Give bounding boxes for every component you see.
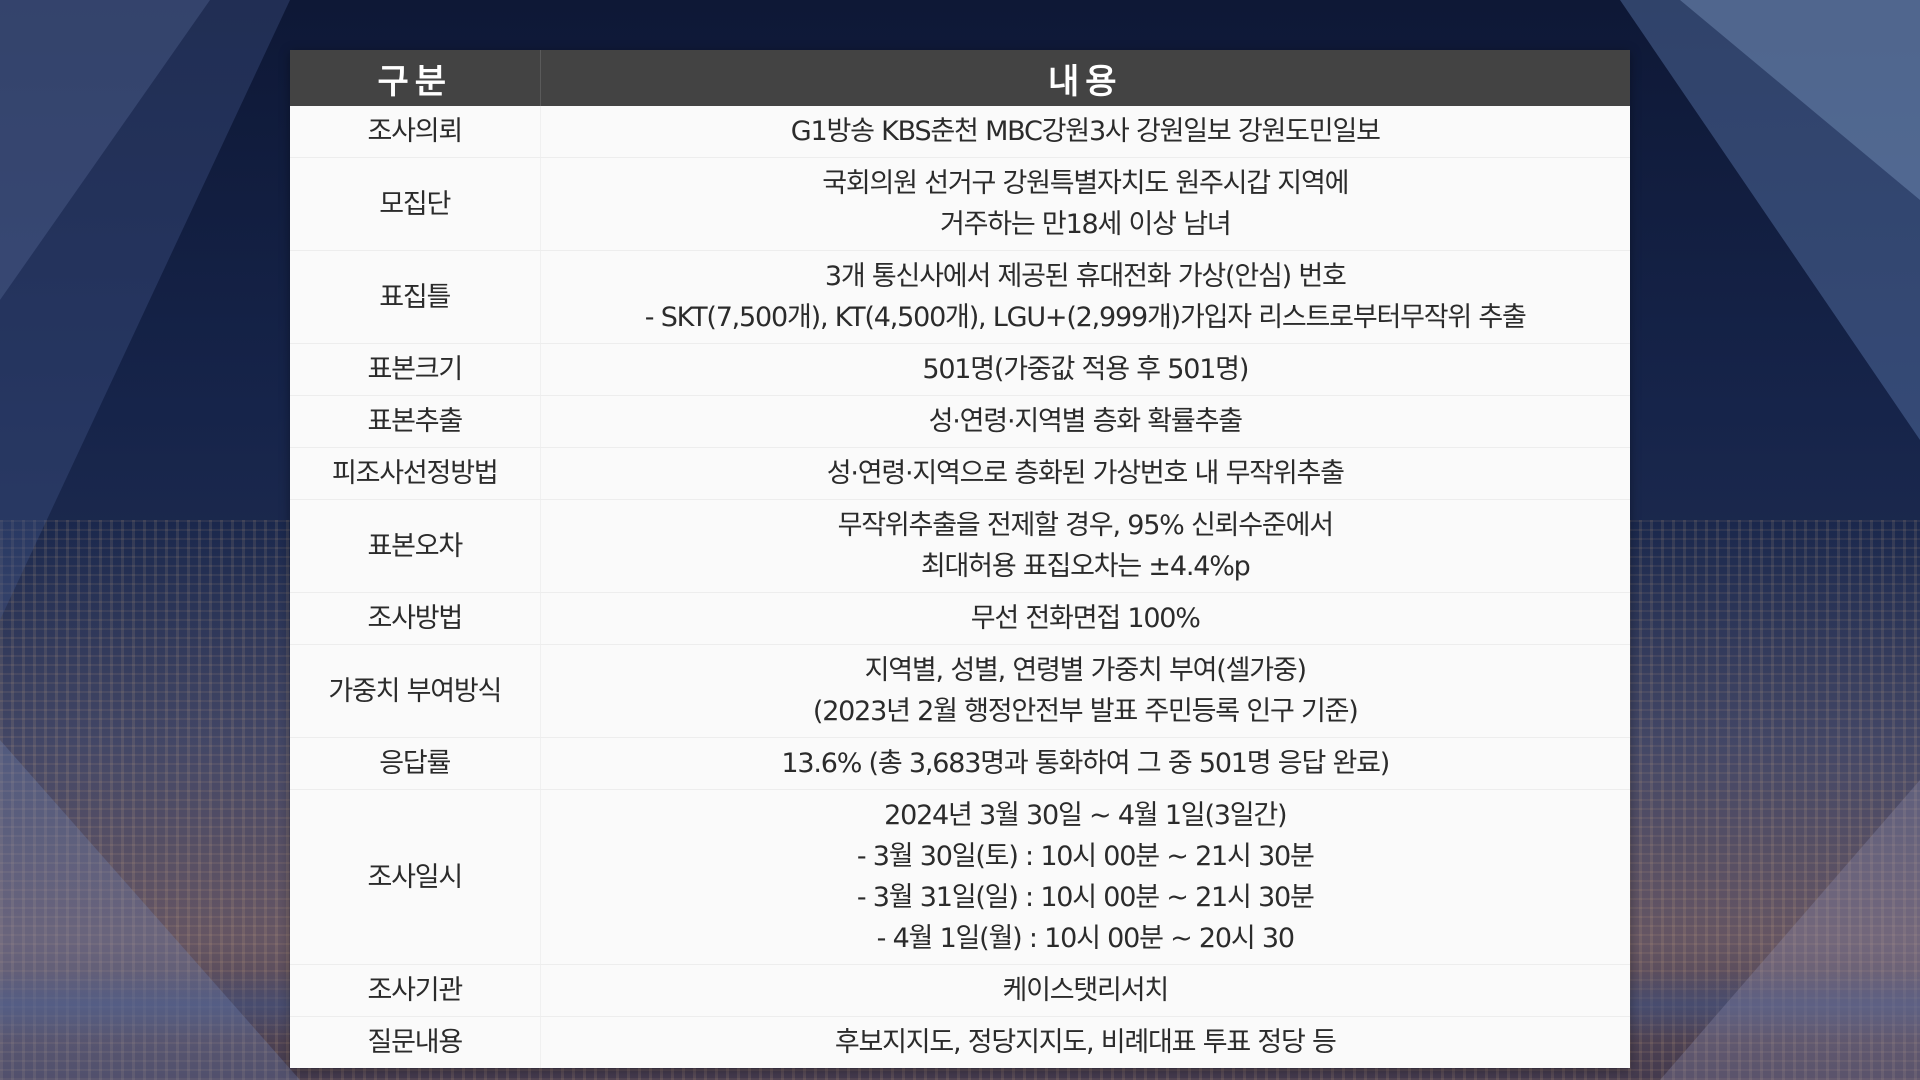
row-label: 조사일시	[290, 789, 541, 965]
row-label: 질문내용	[290, 1016, 541, 1068]
row-label: 조사방법	[290, 592, 541, 645]
header-content: 내용	[540, 50, 1630, 106]
decor-triangle-right-bottom	[1660, 780, 1920, 1080]
row-content: 13.6% (총 3,683명과 통화하여 그 중 501명 응답 완료)	[540, 737, 1630, 790]
row-content: 무선 전화면접 100%	[540, 592, 1630, 645]
table-header: 구분 내용	[290, 50, 1630, 106]
row-content-line: 성·연령·지역으로 층화된 가상번호 내 무작위추출	[826, 458, 1345, 489]
row-content: 지역별, 성별, 연령별 가중치 부여(셀가중) (2023년 2월 행정안전부 …	[540, 644, 1630, 738]
row-content-line: 거주하는 만18세 이상 남녀	[939, 209, 1232, 240]
row-content: 후보지지도, 정당지지도, 비례대표 투표 정당 등	[540, 1017, 1630, 1069]
survey-overview-table-container: 구분 내용 조사의뢰 G1방송 KBS춘천 MBC강원3사 강원일보 강원도민일보…	[290, 50, 1630, 1068]
table-row: 표본추출 성·연령·지역별 층화 확률추출	[290, 395, 1630, 448]
decor-triangle-left-top-inner	[0, 0, 210, 300]
row-content-line: 13.6% (총 3,683명과 통화하여 그 중 501명 응답 완료)	[781, 748, 1390, 779]
decor-triangle-left-bottom	[0, 740, 300, 1080]
row-label: 표본오차	[290, 499, 541, 593]
table-row: 응답률 13.6% (총 3,683명과 통화하여 그 중 501명 응답 완료)	[290, 737, 1630, 790]
row-label: 조사기관	[290, 964, 541, 1017]
row-label: 가중치 부여방식	[290, 644, 541, 738]
table-row: 조사의뢰 G1방송 KBS춘천 MBC강원3사 강원일보 강원도민일보	[290, 106, 1630, 158]
table-row: 질문내용 후보지지도, 정당지지도, 비례대표 투표 정당 등	[290, 1016, 1630, 1069]
row-label: 피조사선정방법	[290, 447, 541, 500]
row-content: 2024년 3월 30일 ~ 4월 1일(3일간) - 3월 30일(토) : 1…	[540, 789, 1630, 965]
row-content-line: 성·연령·지역별 층화 확률추출	[928, 406, 1243, 437]
row-content-line: 3개 통신사에서 제공된 휴대전화 가상(안심) 번호	[824, 261, 1347, 292]
row-label: 표본추출	[290, 395, 541, 448]
row-label: 모집단	[290, 157, 541, 251]
row-content-line: 지역별, 성별, 연령별 가중치 부여(셀가중)	[864, 655, 1307, 686]
row-content: 무작위추출을 전제할 경우, 95% 신뢰수준에서최대허용 표집오차는 ±4.4…	[540, 499, 1630, 593]
decor-triangle-right-top-inner	[1680, 0, 1920, 200]
row-content-line: 무선 전화면접 100%	[970, 603, 1201, 634]
table-row: 표집틀 3개 통신사에서 제공된 휴대전화 가상(안심) 번호 - SKT(7,50…	[290, 250, 1630, 344]
table-row: 조사방법 무선 전화면접 100%	[290, 592, 1630, 645]
row-content-line: (2023년 2월 행정안전부 발표 주민등록 인구 기준)	[812, 696, 1359, 727]
table-row: 표본오차 무작위추출을 전제할 경우, 95% 신뢰수준에서 최대허용 표집오차는 …	[290, 499, 1630, 593]
row-content: 3개 통신사에서 제공된 휴대전화 가상(안심) 번호 - SKT(7,500개)…	[540, 250, 1630, 344]
row-content: 성·연령·지역별 층화 확률추출	[540, 395, 1630, 448]
table-header-row: 구분 내용	[290, 50, 1630, 106]
table-row: 가중치 부여방식 지역별, 성별, 연령별 가중치 부여(셀가중) (2023년 2…	[290, 644, 1630, 738]
survey-overview-table: 구분 내용 조사의뢰 G1방송 KBS춘천 MBC강원3사 강원일보 강원도민일보…	[290, 50, 1630, 1068]
row-content: G1방송 KBS춘천 MBC강원3사 강원일보 강원도민일보	[540, 106, 1630, 158]
table-row: 조사기관 케이스탯리서치	[290, 964, 1630, 1017]
table-body: 조사의뢰 G1방송 KBS춘천 MBC강원3사 강원일보 강원도민일보 모집단 국회의…	[290, 106, 1630, 1068]
row-content: 성·연령·지역으로 층화된 가상번호 내 무작위추출	[540, 447, 1630, 500]
row-content-line: 국회의원 선거구 강원특별자치도 원주시갑 지역에	[822, 168, 1349, 199]
row-content: 케이스탯리서치	[540, 964, 1630, 1017]
row-content: 국회의원 선거구 강원특별자치도 원주시갑 지역에거주하는 만18세 이상 남녀	[540, 157, 1630, 251]
row-label: 표집틀	[290, 250, 541, 344]
row-content-line: 최대허용 표집오차는 ±4.4%p	[920, 551, 1251, 582]
row-content-line: 후보지지도, 정당지지도, 비례대표 투표 정당 등	[834, 1027, 1337, 1058]
row-content-line: 501명(가중값 적용 후 501명)	[922, 354, 1249, 385]
row-label: 표본크기	[290, 343, 541, 396]
row-label: 응답률	[290, 737, 541, 790]
row-content-line: 케이스탯리서치	[1002, 975, 1170, 1006]
row-content: 501명(가중값 적용 후 501명)	[540, 343, 1630, 396]
table-row: 피조사선정방법 성·연령·지역으로 층화된 가상번호 내 무작위추출	[290, 447, 1630, 500]
table-row: 조사일시 2024년 3월 30일 ~ 4월 1일(3일간) - 3월 30일(토)…	[290, 789, 1630, 965]
row-label: 조사의뢰	[290, 106, 541, 158]
row-content-line: G1방송 KBS춘천 MBC강원3사 강원일보 강원도민일보	[790, 116, 1381, 147]
row-content-line: - 3월 31일(일) : 10시 00분 ~ 21시 30분	[856, 882, 1315, 913]
table-row: 모집단 국회의원 선거구 강원특별자치도 원주시갑 지역에 거주하는 만18세 이상…	[290, 157, 1630, 251]
row-content-line: 무작위추출을 전제할 경우, 95% 신뢰수준에서	[837, 510, 1334, 541]
table-row: 표본크기 501명(가중값 적용 후 501명)	[290, 343, 1630, 396]
header-category: 구분	[290, 50, 541, 106]
row-content-line: - 4월 1일(월) : 10시 00분 ~ 20시 30	[876, 923, 1295, 954]
row-content-line: - 3월 30일(토) : 10시 00분 ~ 21시 30분	[856, 841, 1315, 872]
row-content-line: - SKT(7,500개), KT(4,500개), LGU+(2,999개)가…	[644, 302, 1527, 333]
row-content-line: 2024년 3월 30일 ~ 4월 1일(3일간)	[884, 800, 1287, 831]
